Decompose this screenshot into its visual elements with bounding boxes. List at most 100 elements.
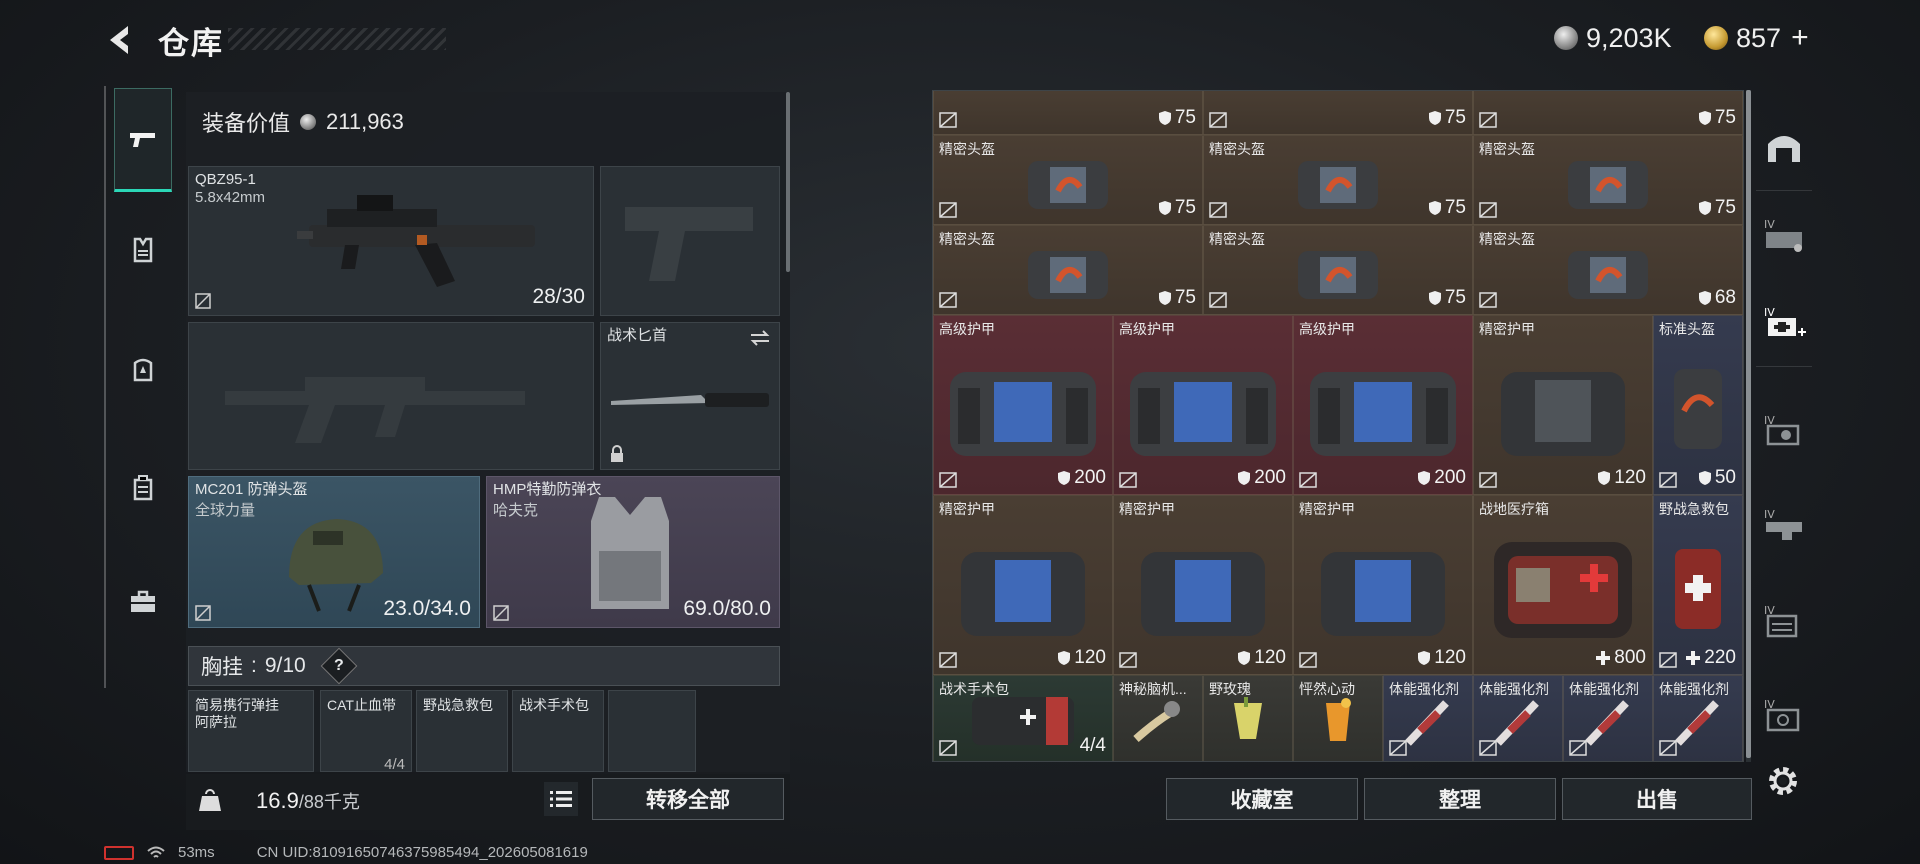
- briefcase-icon: [131, 590, 155, 612]
- chest-item-firstaid[interactable]: 野战急救包: [416, 690, 508, 772]
- chest-rig-label: 胸挂: [201, 656, 243, 679]
- gold-coin-icon: [1704, 26, 1728, 50]
- pistol-placeholder-icon: [625, 207, 753, 281]
- brain-chip-icon: [1133, 700, 1180, 742]
- grid-item-armor[interactable]: 高级护甲 200: [1293, 315, 1473, 495]
- grid-item-helmet[interactable]: 精密头盔 75: [1203, 225, 1473, 315]
- tab-separator: [1756, 366, 1812, 367]
- grid-scrollbar[interactable]: [1746, 90, 1751, 758]
- unlocked-icon: [1209, 292, 1227, 308]
- unlocked-icon: [939, 472, 957, 488]
- grid-item-stim[interactable]: 体能强化剂: [1473, 675, 1563, 761]
- settings-gear-icon[interactable]: [1766, 764, 1800, 798]
- weapon-storage-icon: IV: [1764, 508, 1802, 540]
- helmet-bag-icon: [1298, 250, 1378, 299]
- grid-item-armor[interactable]: 精密护甲 120: [1293, 495, 1473, 675]
- unlocked-icon: [939, 202, 957, 218]
- grid-item-firstaid[interactable]: 野战急救包 220: [1653, 495, 1743, 675]
- helmet-maker: 全球力量: [195, 502, 256, 519]
- grid-item-helmet[interactable]: 精密头盔 75: [933, 135, 1203, 225]
- shield-icon: [1698, 291, 1711, 305]
- list-view-button[interactable]: [544, 782, 578, 816]
- unlocked-icon: [195, 293, 211, 309]
- rifle-placeholder-icon: [225, 377, 525, 443]
- sell-button[interactable]: 出售: [1562, 778, 1752, 820]
- primary-weapon-slot[interactable]: QBZ95-1 5.8x42mm 28/30: [188, 166, 594, 316]
- grid-item-std-helmet[interactable]: 标准头盔 50: [1653, 315, 1743, 495]
- loadout-scrollbar[interactable]: [786, 92, 790, 272]
- storage-tab-2[interactable]: IV: [1756, 198, 1812, 270]
- storage-tab-1[interactable]: [1756, 110, 1812, 182]
- item-value: 75: [1174, 107, 1196, 128]
- arch-icon: [1768, 136, 1800, 162]
- grid-item-armor[interactable]: 精密护甲 120: [933, 495, 1113, 675]
- grid-item-wild-rose[interactable]: 野玫瑰: [1203, 675, 1293, 761]
- armor-durability: 69.0/80.0: [683, 597, 771, 620]
- medkit-icon: [1494, 541, 1632, 638]
- storage-tab-5[interactable]: IV: [1756, 488, 1812, 560]
- grid-item-medbox[interactable]: 战地医疗箱 800: [1473, 495, 1653, 675]
- chest-item-surgery-kit[interactable]: 战术手术包: [512, 690, 604, 772]
- grid-item-armor[interactable]: 高级护甲 200: [1113, 315, 1293, 495]
- collection-room-button[interactable]: 收藏室: [1166, 778, 1358, 820]
- item-value: 120: [1074, 647, 1106, 668]
- helmet-slot[interactable]: MC201 防弹头盔 全球力量 23.0/34.0: [188, 476, 480, 628]
- grid-item-armor[interactable]: 精密护甲 120: [1473, 315, 1653, 495]
- grid-item-helmet[interactable]: 精密头盔 75: [1203, 135, 1473, 225]
- shield-icon: [1418, 651, 1431, 665]
- grid-item-surgery-kit[interactable]: 战术手术包 4/4: [933, 675, 1113, 761]
- tab-medical[interactable]: [114, 318, 172, 422]
- shield-icon: [1428, 111, 1441, 125]
- transfer-all-button[interactable]: 转移全部: [592, 778, 784, 820]
- swap-icon[interactable]: [749, 329, 771, 347]
- grid-item-helmet[interactable]: 精密头盔 75: [933, 225, 1203, 315]
- grid-item[interactable]: 75: [1203, 91, 1473, 135]
- grid-item-armor[interactable]: 高级护甲 200: [933, 315, 1113, 495]
- rifle-icon: [297, 195, 535, 287]
- knife-slot[interactable]: 战术匕首: [600, 322, 780, 470]
- armor-slot[interactable]: HMP特勤防弹衣 哈夫克 69.0/80.0: [486, 476, 780, 628]
- sort-button[interactable]: 整理: [1364, 778, 1556, 820]
- gold-currency[interactable]: 857 +: [1704, 21, 1809, 55]
- secondary-weapon-slot[interactable]: [188, 322, 594, 470]
- storage-tab-3[interactable]: IV: [1756, 286, 1812, 358]
- chest-rig-slot[interactable]: 简易携行弹挂 阿萨拉: [188, 690, 314, 772]
- grid-item-stim[interactable]: 体能强化剂: [1563, 675, 1653, 761]
- storage-tab-4[interactable]: IV: [1756, 394, 1812, 466]
- pistol-slot[interactable]: [600, 166, 780, 316]
- tab-armor[interactable]: [114, 198, 172, 302]
- status-bar: 53ms CN UID:81091650746375985494_2026050…: [104, 844, 588, 861]
- grid-item-helmet[interactable]: 精密头盔 75: [1473, 135, 1743, 225]
- grid-item-heartbeat[interactable]: 怦然心动: [1293, 675, 1383, 761]
- back-arrow-icon[interactable]: [100, 20, 140, 60]
- chest-item-empty[interactable]: [608, 690, 696, 772]
- tab-weapons[interactable]: [114, 88, 172, 192]
- help-icon[interactable]: ?: [320, 647, 358, 685]
- grid-item-stim[interactable]: 体能强化剂: [1383, 675, 1473, 761]
- grid-item-helmet[interactable]: 精密头盔 68: [1473, 225, 1743, 315]
- grid-item[interactable]: 75: [933, 91, 1203, 135]
- grid-item[interactable]: 75: [1473, 91, 1743, 135]
- helmet-bag-icon: [1028, 250, 1108, 299]
- gold-plus-button[interactable]: +: [1791, 21, 1809, 55]
- storage-tab-7[interactable]: IV: [1756, 678, 1812, 750]
- armor-bag-icon: [1310, 371, 1456, 456]
- chest-item-tourniquet[interactable]: CAT止血带 4/4: [320, 690, 412, 772]
- helmet-bag-icon: [1568, 250, 1648, 299]
- syringe-icon: [1405, 699, 1449, 746]
- tab-case[interactable]: [114, 550, 172, 654]
- grid-item-brain-chip[interactable]: 神秘脑机...: [1113, 675, 1203, 761]
- knife-icon: [611, 393, 769, 407]
- silver-coin-icon: [300, 114, 317, 130]
- shield-icon: [1428, 291, 1441, 305]
- storage-tab-6[interactable]: IV: [1756, 584, 1812, 656]
- item-name: 精密头盔: [1479, 231, 1535, 247]
- tab-bags[interactable]: [114, 436, 172, 540]
- weapon-name: QBZ95-1: [195, 171, 256, 188]
- grid-item-armor[interactable]: 精密护甲 120: [1113, 495, 1293, 675]
- grid-item-stim[interactable]: 体能强化剂: [1653, 675, 1743, 761]
- item-value: 75: [1714, 197, 1736, 218]
- unlocked-icon: [1569, 740, 1587, 756]
- item-value: 68: [1714, 287, 1736, 308]
- uid-text: CN UID:81091650746375985494_202605081619: [256, 844, 588, 861]
